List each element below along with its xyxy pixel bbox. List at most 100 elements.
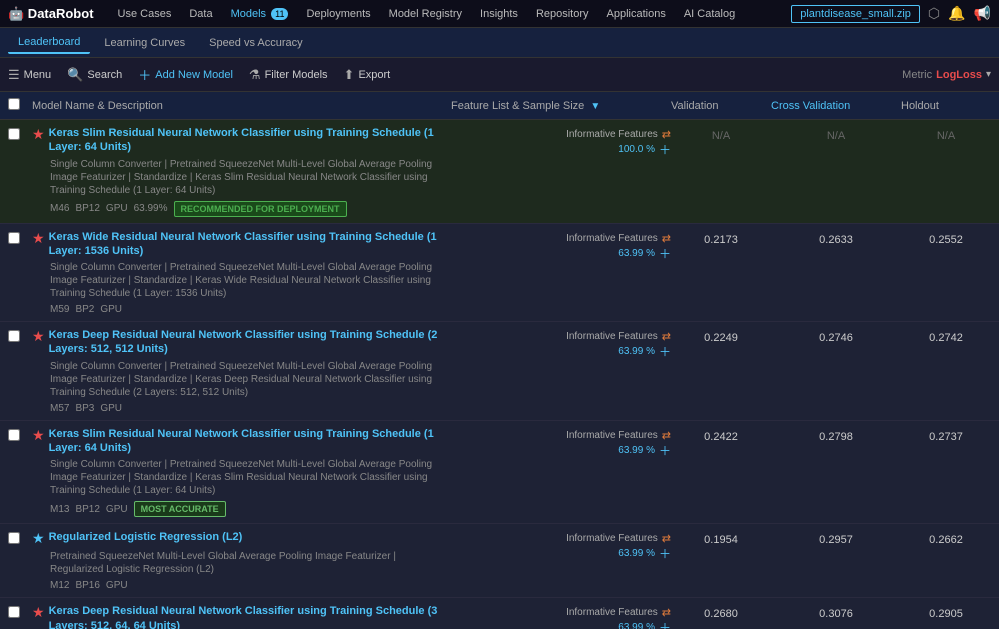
row-checkbox[interactable] [8, 606, 20, 618]
table-row: ★ Regularized Logistic Regression (L2) P… [0, 524, 999, 598]
row-checkbox[interactable] [8, 330, 20, 342]
features-pct: 63.99 % [618, 346, 655, 357]
model-name[interactable]: Keras Deep Residual Neural Network Class… [49, 328, 443, 357]
model-tag: GPU [106, 580, 128, 591]
bell-icon[interactable]: 🔔 [948, 5, 965, 22]
validation-value: N/A [671, 126, 771, 142]
nav-ai-catalog[interactable]: AI Catalog [676, 5, 743, 23]
features-pct-row: 63.99 % ＋ [618, 545, 671, 562]
nav-model-registry[interactable]: Model Registry [381, 5, 470, 23]
feature-filter-icon[interactable]: ▼ [590, 101, 600, 112]
th-model-name: Model Name & Description [32, 100, 451, 112]
tab-learning-curves[interactable]: Learning Curves [94, 33, 195, 53]
features-pct: 63.99 % [618, 548, 655, 559]
features-pct: 100.0 % [618, 144, 655, 155]
holdout-value: 0.2552 [901, 230, 991, 246]
select-all-checkbox[interactable] [8, 98, 20, 110]
model-name[interactable]: Regularized Logistic Regression (L2) [49, 530, 243, 544]
features-row: Informative Features ⇄ [566, 532, 671, 545]
features-icon[interactable]: ⇄ [662, 429, 671, 442]
features-icon[interactable]: ⇄ [662, 330, 671, 343]
features-label: Informative Features [566, 233, 658, 244]
validation-value: 0.1954 [671, 530, 771, 546]
filename-badge[interactable]: plantdisease_small.zip [791, 5, 920, 23]
top-nav: 🤖 DataRobot Use Cases Data Models 11 Dep… [0, 0, 999, 28]
tab-bar: Leaderboard Learning Curves Speed vs Acc… [0, 28, 999, 58]
features-icon[interactable]: ⇄ [662, 232, 671, 245]
model-badge: MOST ACCURATE [134, 501, 226, 517]
model-info: ★ Keras Slim Residual Neural Network Cla… [32, 427, 451, 518]
th-cross-validation[interactable]: Cross Validation [771, 100, 901, 112]
model-tag: BP16 [75, 580, 99, 591]
holdout-value: 0.2742 [901, 328, 991, 344]
logo[interactable]: 🤖 DataRobot [8, 6, 94, 22]
row-checkbox[interactable] [8, 232, 20, 244]
add-model-button[interactable]: ＋ Add New Model [138, 65, 233, 84]
nav-insights[interactable]: Insights [472, 5, 526, 23]
nav-repository[interactable]: Repository [528, 5, 597, 23]
features-add-icon[interactable]: ＋ [659, 141, 671, 158]
features-add-icon[interactable]: ＋ [659, 343, 671, 360]
th-validation: Validation [671, 100, 771, 112]
features-add-icon[interactable]: ＋ [659, 545, 671, 562]
features-add-icon[interactable]: ＋ [659, 245, 671, 262]
features-icon[interactable]: ⇄ [662, 128, 671, 141]
model-desc: Single Column Converter | Pretrained Squ… [32, 360, 443, 399]
nav-applications[interactable]: Applications [599, 5, 674, 23]
model-type-icon: ★ [32, 230, 45, 247]
features-pct-row: 63.99 % ＋ [618, 343, 671, 360]
model-tag: GPU [106, 203, 128, 214]
features-cell: Informative Features ⇄ 63.99 % ＋ [451, 230, 671, 262]
holdout-value: 0.2737 [901, 427, 991, 443]
features-add-icon[interactable]: ＋ [659, 442, 671, 459]
model-info: ★ Keras Slim Residual Neural Network Cla… [32, 126, 451, 217]
row-checkbox-cell [8, 604, 32, 618]
features-pct: 63.99 % [618, 248, 655, 259]
menu-icon: ☰ [8, 67, 20, 83]
model-name[interactable]: Keras Wide Residual Neural Network Class… [49, 230, 443, 259]
megaphone-icon[interactable]: 📢 [974, 5, 991, 22]
features-icon[interactable]: ⇄ [662, 606, 671, 619]
features-pct-row: 63.99 % ＋ [618, 442, 671, 459]
export-button[interactable]: ⬆ Export [344, 67, 391, 83]
features-label: Informative Features [566, 331, 658, 342]
nav-data[interactable]: Data [181, 5, 220, 23]
logo-icon: 🤖 [8, 6, 24, 22]
filter-models-button[interactable]: ⚗ Filter Models [249, 67, 328, 83]
validation-value: 0.2680 [671, 604, 771, 620]
table-row: ★ Keras Slim Residual Neural Network Cla… [0, 120, 999, 224]
cross-validation-value: N/A [771, 126, 901, 142]
features-row: Informative Features ⇄ [566, 429, 671, 442]
model-name[interactable]: Keras Deep Residual Neural Network Class… [49, 604, 443, 629]
row-checkbox[interactable] [8, 429, 20, 441]
table-row: ★ Keras Slim Residual Neural Network Cla… [0, 421, 999, 525]
features-icon[interactable]: ⇄ [662, 532, 671, 545]
model-name[interactable]: Keras Slim Residual Neural Network Class… [49, 427, 443, 456]
menu-button[interactable]: ☰ Menu [8, 67, 51, 83]
model-tag: BP2 [75, 304, 94, 315]
row-checkbox[interactable] [8, 128, 20, 140]
metric-label: Metric [902, 69, 932, 81]
row-checkbox[interactable] [8, 532, 20, 544]
features-add-icon[interactable]: ＋ [659, 619, 671, 629]
features-label: Informative Features [566, 607, 658, 618]
metric-chevron-icon[interactable]: ▾ [986, 69, 991, 80]
holdout-value: 0.2662 [901, 530, 991, 546]
share-icon[interactable]: ⬡ [928, 5, 940, 22]
search-button[interactable]: 🔍 Search [67, 67, 122, 83]
nav-deployments[interactable]: Deployments [298, 5, 378, 23]
tab-leaderboard[interactable]: Leaderboard [8, 32, 90, 54]
model-info: ★ Regularized Logistic Regression (L2) P… [32, 530, 451, 591]
model-desc: Pretrained SqueezeNet Multi-Level Global… [32, 550, 443, 576]
model-name[interactable]: Keras Slim Residual Neural Network Class… [49, 126, 443, 155]
tab-speed-accuracy[interactable]: Speed vs Accuracy [199, 33, 313, 53]
features-label: Informative Features [566, 430, 658, 441]
nav-use-cases[interactable]: Use Cases [110, 5, 180, 23]
filter-icon: ⚗ [249, 67, 261, 83]
cross-validation-value: 0.2957 [771, 530, 901, 546]
nav-models[interactable]: Models 11 [223, 5, 297, 23]
add-icon: ＋ [138, 65, 151, 84]
features-cell: Informative Features ⇄ 63.99 % ＋ [451, 604, 671, 629]
model-tags: M46BP12GPU63.99% RECOMMENDED FOR DEPLOYM… [32, 201, 443, 217]
toolbar: ☰ Menu 🔍 Search ＋ Add New Model ⚗ Filter… [0, 58, 999, 92]
